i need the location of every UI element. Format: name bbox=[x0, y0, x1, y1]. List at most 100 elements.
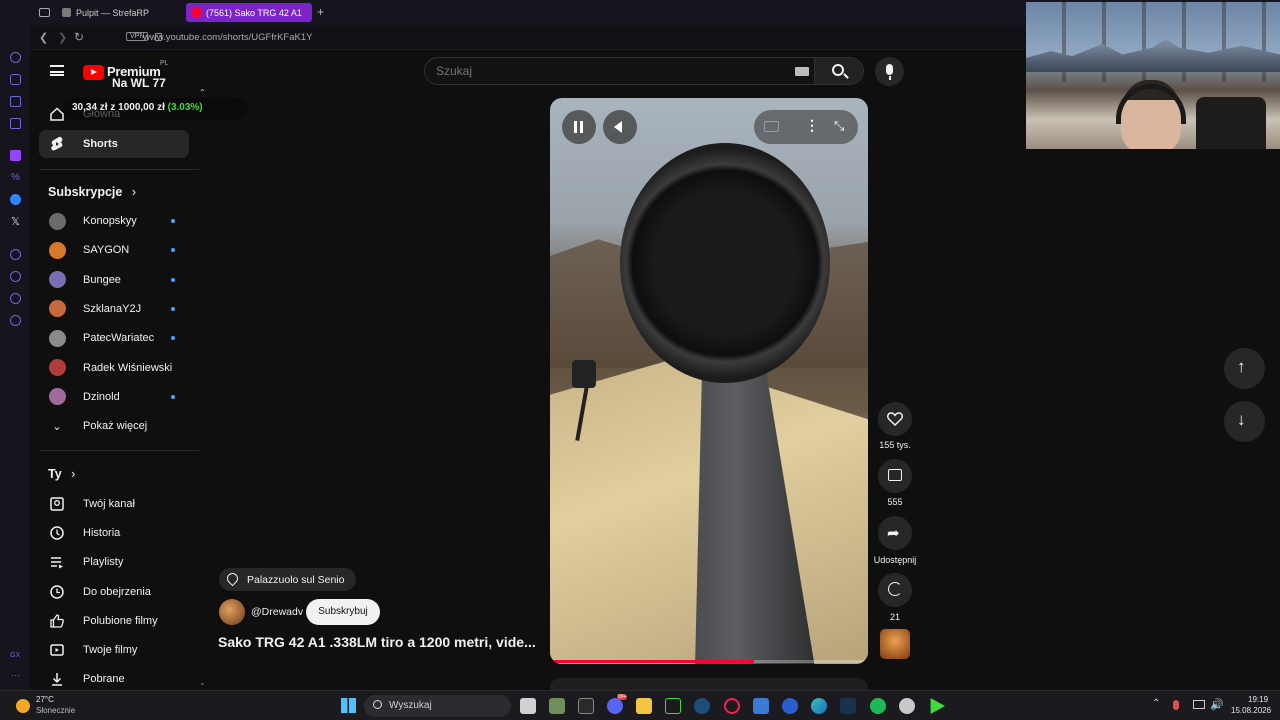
captions-icon[interactable] bbox=[764, 121, 779, 132]
gx-corner-icon[interactable] bbox=[10, 96, 21, 107]
you-item[interactable]: Polubione filmy bbox=[39, 607, 189, 635]
you-title[interactable]: Ty › bbox=[48, 467, 75, 481]
subscriptions-title[interactable]: Subskrypcje › bbox=[48, 185, 136, 199]
steam-2-icon[interactable] bbox=[840, 698, 856, 714]
url-field[interactable]: www.youtube.com/shorts/UGFfrKFaK1Y bbox=[143, 32, 312, 43]
next-short-button[interactable]: ↓ bbox=[1224, 401, 1265, 442]
search-input[interactable] bbox=[436, 64, 776, 78]
show-more-button[interactable]: ⌄ Pokaż więcej bbox=[39, 412, 189, 440]
remix-button[interactable] bbox=[878, 573, 912, 607]
gx-control-icon[interactable] bbox=[10, 74, 21, 85]
subscription-item[interactable]: Dzinold bbox=[39, 383, 189, 411]
settings-icon[interactable] bbox=[10, 315, 21, 326]
you-item[interactable]: Twoje filmy bbox=[39, 636, 189, 664]
subscribe-button[interactable]: Subskrybuj bbox=[306, 599, 380, 625]
you-item[interactable]: Twój kanał bbox=[39, 490, 189, 518]
extensions-icon[interactable] bbox=[10, 293, 21, 304]
you-item[interactable]: Playlisty bbox=[39, 548, 189, 576]
history-sidebar-icon[interactable] bbox=[10, 271, 21, 282]
notepad-icon[interactable] bbox=[549, 698, 565, 714]
back-icon[interactable]: ❮ bbox=[39, 31, 48, 44]
subscription-item[interactable]: Bungee bbox=[39, 266, 189, 294]
messenger-icon[interactable] bbox=[10, 194, 21, 205]
display-icon[interactable] bbox=[1193, 700, 1205, 709]
terminal-icon[interactable] bbox=[665, 698, 681, 714]
short-title[interactable]: Sako TRG 42 A1 .338LM tiro a 1200 metri,… bbox=[218, 634, 536, 650]
mic-tray-icon[interactable] bbox=[1173, 700, 1179, 710]
search-box[interactable] bbox=[424, 57, 815, 85]
new-tab-button[interactable]: + bbox=[317, 5, 324, 19]
tab-youtube-active[interactable]: (7561) Sako TRG 42 A1 bbox=[186, 3, 312, 22]
subscriptions-title-text: Subskrypcje bbox=[48, 185, 123, 199]
search-button[interactable] bbox=[815, 57, 864, 85]
previous-short-button[interactable]: ↑ bbox=[1224, 348, 1265, 389]
speaker-icon[interactable]: 🔊 bbox=[1210, 698, 1224, 711]
edge-icon[interactable] bbox=[811, 698, 827, 714]
short-video-player[interactable]: ⋮ ⤡ bbox=[550, 98, 868, 664]
workspace-icon[interactable] bbox=[39, 8, 50, 17]
percent-icon[interactable]: % bbox=[11, 172, 20, 183]
like-button[interactable] bbox=[878, 402, 912, 436]
file-explorer-icon[interactable] bbox=[636, 698, 652, 714]
volume-button[interactable] bbox=[603, 110, 637, 144]
youtube-logo[interactable]: Premium PL Na WL 77 bbox=[83, 60, 193, 93]
spotify-icon[interactable] bbox=[870, 698, 886, 714]
channel-avatar[interactable] bbox=[219, 599, 245, 625]
subscription-item[interactable]: SzklanaY2J bbox=[39, 295, 189, 323]
guide-scroll-down-icon[interactable]: ⌄ bbox=[199, 678, 206, 687]
subscription-item[interactable]: SAYGON bbox=[39, 236, 189, 264]
github-icon[interactable] bbox=[899, 698, 915, 714]
twitch-icon[interactable] bbox=[10, 150, 21, 161]
epic-games-icon[interactable] bbox=[578, 698, 594, 714]
arrow-up-icon: ↑ bbox=[1237, 357, 1246, 376]
menu-icon[interactable] bbox=[50, 65, 64, 76]
guide-home[interactable]: Główna bbox=[39, 100, 189, 128]
subscription-item[interactable]: Konopskyy bbox=[39, 207, 189, 235]
share-button[interactable]: ➦ bbox=[878, 516, 912, 550]
opera-gx-icon[interactable] bbox=[724, 698, 740, 714]
weather-sun-icon[interactable] bbox=[16, 699, 30, 713]
speed-dial-icon[interactable] bbox=[10, 52, 21, 63]
guide-shorts[interactable]: Shorts bbox=[39, 130, 189, 158]
music-player-icon[interactable] bbox=[10, 118, 21, 129]
store-icon[interactable] bbox=[753, 698, 769, 714]
clock-date[interactable]: 15.08.2026 bbox=[1231, 706, 1271, 715]
ea-app-icon[interactable] bbox=[782, 698, 798, 714]
weather-desc[interactable]: Słonecznie bbox=[36, 706, 75, 715]
channel-handle[interactable]: @Drewadv bbox=[251, 606, 303, 618]
comments-button[interactable] bbox=[878, 459, 912, 493]
sound-thumbnail[interactable] bbox=[880, 629, 910, 659]
discord-icon[interactable] bbox=[607, 698, 623, 714]
more-options-icon[interactable]: ⋮ bbox=[805, 117, 819, 134]
subscription-item[interactable]: PatecWariatec bbox=[39, 324, 189, 352]
progress-track[interactable] bbox=[550, 660, 868, 663]
webcam-overlay bbox=[1026, 2, 1280, 149]
avatar bbox=[48, 212, 66, 230]
steam-icon[interactable] bbox=[694, 698, 710, 714]
you-item[interactable]: Historia bbox=[39, 519, 189, 547]
tray-chevron-icon[interactable]: ⌃ bbox=[1152, 698, 1160, 709]
player-icon[interactable] bbox=[10, 249, 21, 260]
weather-temp[interactable]: 27°C bbox=[36, 695, 54, 704]
you-item[interactable]: Do obejrzenia bbox=[39, 578, 189, 606]
tab-pulpit[interactable]: Pulpit — StrefaRP bbox=[56, 3, 184, 22]
reload-icon[interactable]: ↻ bbox=[74, 30, 84, 44]
fullscreen-icon[interactable]: ⤡ bbox=[834, 118, 844, 134]
clock-time[interactable]: 19:19 bbox=[1248, 695, 1268, 704]
subscription-item[interactable]: Radek Wiśniewski bbox=[39, 354, 189, 382]
keyboard-icon[interactable] bbox=[795, 67, 809, 76]
location-chip[interactable]: Palazzuolo sul Senio bbox=[219, 568, 357, 591]
play-app-icon[interactable] bbox=[930, 698, 945, 714]
taskbar-search[interactable]: Wyszukaj bbox=[364, 695, 511, 717]
you-item[interactable]: Pobrane bbox=[39, 665, 189, 693]
new-content-dot bbox=[171, 306, 175, 311]
youtube-favicon-icon bbox=[192, 8, 201, 17]
windows-start-icon[interactable] bbox=[341, 698, 356, 713]
x-twitter-icon[interactable]: 𝕏 bbox=[11, 215, 20, 228]
play-square-icon bbox=[42, 642, 72, 658]
task-view-icon[interactable] bbox=[520, 698, 536, 714]
more-icon[interactable]: ··· bbox=[11, 670, 20, 680]
voice-search-button[interactable] bbox=[875, 57, 904, 86]
pause-button[interactable] bbox=[562, 110, 596, 144]
forward-icon[interactable]: ❯ bbox=[58, 31, 67, 44]
